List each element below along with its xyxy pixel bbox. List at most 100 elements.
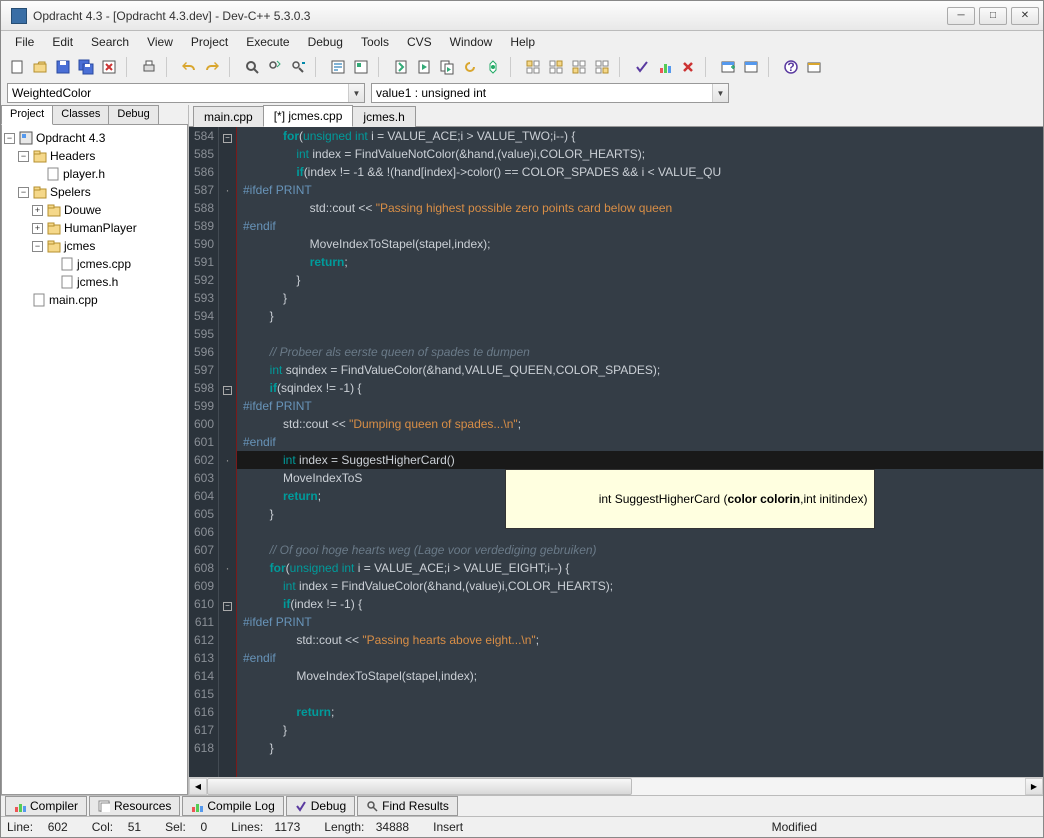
bottom-tab-debug[interactable]: Debug: [286, 796, 355, 816]
window-new-icon[interactable]: [718, 57, 738, 77]
undo-icon[interactable]: [179, 57, 199, 77]
bottom-tab-compile-log[interactable]: Compile Log: [182, 796, 283, 816]
code-line[interactable]: int index = SuggestHigherCard(): [237, 451, 1043, 469]
find-next-icon[interactable]: [288, 57, 308, 77]
code-line[interactable]: #endif: [237, 433, 1043, 451]
menu-tools[interactable]: Tools: [353, 33, 397, 51]
code-line[interactable]: int sqindex = FindValueColor(&hand,VALUE…: [237, 361, 1043, 379]
tree-folder-spelers[interactable]: −Spelers: [4, 183, 185, 201]
code-line[interactable]: return;: [237, 703, 1043, 721]
tree-folder-douwe[interactable]: +Douwe: [4, 201, 185, 219]
new-file-icon[interactable]: [7, 57, 27, 77]
toggle-panel3-icon[interactable]: [569, 57, 589, 77]
redo-icon[interactable]: [202, 57, 222, 77]
help-icon[interactable]: ?: [781, 57, 801, 77]
dropdown-icon[interactable]: ▼: [712, 84, 728, 102]
code-line[interactable]: return;: [237, 253, 1043, 271]
tree-folder-jcmes[interactable]: −jcmes: [4, 237, 185, 255]
scroll-right-icon[interactable]: ▶: [1025, 778, 1043, 795]
code-line[interactable]: [237, 325, 1043, 343]
menu-window[interactable]: Window: [442, 33, 501, 51]
code-line[interactable]: [237, 685, 1043, 703]
project-tree[interactable]: −Opdracht 4.3 −Headers player.h −Spelers…: [1, 124, 188, 795]
code-line[interactable]: std::cout << "Passing hearts above eight…: [237, 631, 1043, 649]
run-icon[interactable]: [414, 57, 434, 77]
menu-execute[interactable]: Execute: [238, 33, 297, 51]
menu-file[interactable]: File: [7, 33, 42, 51]
tree-file[interactable]: main.cpp: [4, 291, 185, 309]
goto-line-icon[interactable]: [328, 57, 348, 77]
menu-debug[interactable]: Debug: [300, 33, 351, 51]
code-line[interactable]: int index = FindValueColor(&hand,(value)…: [237, 577, 1043, 595]
code-line[interactable]: }: [237, 739, 1043, 757]
tree-file[interactable]: jcmes.h: [4, 273, 185, 291]
horizontal-scrollbar[interactable]: ◀ ▶: [189, 777, 1043, 795]
tree-root[interactable]: −Opdracht 4.3: [4, 129, 185, 147]
code-line[interactable]: for(unsigned int i = VALUE_ACE;i > VALUE…: [237, 559, 1043, 577]
scroll-left-icon[interactable]: ◀: [189, 778, 207, 795]
tree-file[interactable]: jcmes.cpp: [4, 255, 185, 273]
code-line[interactable]: #ifdef PRINT: [237, 397, 1043, 415]
code-line[interactable]: std::cout << "Dumping queen of spades...…: [237, 415, 1043, 433]
window-list-icon[interactable]: [741, 57, 761, 77]
bookmark-icon[interactable]: [351, 57, 371, 77]
code-line[interactable]: // Probeer als eerste queen of spades te…: [237, 343, 1043, 361]
code-line[interactable]: #endif: [237, 649, 1043, 667]
about-icon[interactable]: [804, 57, 824, 77]
code-line[interactable]: #endif: [237, 217, 1043, 235]
panel-tab-debug[interactable]: Debug: [108, 105, 158, 125]
editor-tab[interactable]: [*] jcmes.cpp: [263, 105, 354, 127]
code-line[interactable]: }: [237, 721, 1043, 739]
tree-folder-humanplayer[interactable]: +HumanPlayer: [4, 219, 185, 237]
code-line[interactable]: int index = FindValueNotColor(&hand,(val…: [237, 145, 1043, 163]
code-line[interactable]: // Of gooi hoge hearts weg (Lage voor ve…: [237, 541, 1043, 559]
minimize-button[interactable]: ─: [947, 7, 975, 25]
code-line[interactable]: MoveIndexToStapel(stapel,index);: [237, 667, 1043, 685]
print-icon[interactable]: [139, 57, 159, 77]
replace-icon[interactable]: [265, 57, 285, 77]
editor-tab[interactable]: jcmes.h: [352, 106, 415, 127]
menu-search[interactable]: Search: [83, 33, 137, 51]
delete-icon[interactable]: [678, 57, 698, 77]
debug-icon[interactable]: [483, 57, 503, 77]
code-line[interactable]: #ifdef PRINT: [237, 613, 1043, 631]
fold-column[interactable]: −·−··−: [219, 127, 237, 777]
tree-file[interactable]: player.h: [4, 165, 185, 183]
check-icon[interactable]: [632, 57, 652, 77]
bottom-tab-find-results[interactable]: Find Results: [357, 796, 458, 816]
code-line[interactable]: std::cout << "Passing highest possible z…: [237, 199, 1043, 217]
menu-help[interactable]: Help: [502, 33, 543, 51]
member-combo[interactable]: value1 : unsigned int ▼: [371, 83, 729, 103]
rebuild-icon[interactable]: [460, 57, 480, 77]
editor-tab[interactable]: main.cpp: [193, 106, 264, 127]
menu-view[interactable]: View: [139, 33, 181, 51]
code-line[interactable]: }: [237, 271, 1043, 289]
code-line[interactable]: #ifdef PRINT: [237, 181, 1043, 199]
maximize-button[interactable]: □: [979, 7, 1007, 25]
toggle-panel4-icon[interactable]: [592, 57, 612, 77]
code-line[interactable]: if(sqindex != -1) {: [237, 379, 1043, 397]
close-file-icon[interactable]: [99, 57, 119, 77]
menu-project[interactable]: Project: [183, 33, 236, 51]
compile-run-icon[interactable]: [437, 57, 457, 77]
open-icon[interactable]: [30, 57, 50, 77]
panel-tab-classes[interactable]: Classes: [52, 105, 109, 125]
bottom-tab-resources[interactable]: Resources: [89, 796, 180, 816]
toggle-panel1-icon[interactable]: [523, 57, 543, 77]
dropdown-icon[interactable]: ▼: [348, 84, 364, 102]
panel-tab-project[interactable]: Project: [1, 105, 53, 125]
save-icon[interactable]: [53, 57, 73, 77]
code-line[interactable]: }: [237, 289, 1043, 307]
menu-cvs[interactable]: CVS: [399, 33, 440, 51]
profile-icon[interactable]: [655, 57, 675, 77]
code-editor[interactable]: 5845855865875885895905915925935945955965…: [189, 127, 1043, 777]
toggle-panel2-icon[interactable]: [546, 57, 566, 77]
menu-edit[interactable]: Edit: [44, 33, 81, 51]
compile-icon[interactable]: [391, 57, 411, 77]
class-combo[interactable]: WeightedColor ▼: [7, 83, 365, 103]
code-line[interactable]: }: [237, 307, 1043, 325]
save-all-icon[interactable]: [76, 57, 96, 77]
tree-folder-headers[interactable]: −Headers: [4, 147, 185, 165]
find-icon[interactable]: [242, 57, 262, 77]
code-line[interactable]: if(index != -1) {: [237, 595, 1043, 613]
